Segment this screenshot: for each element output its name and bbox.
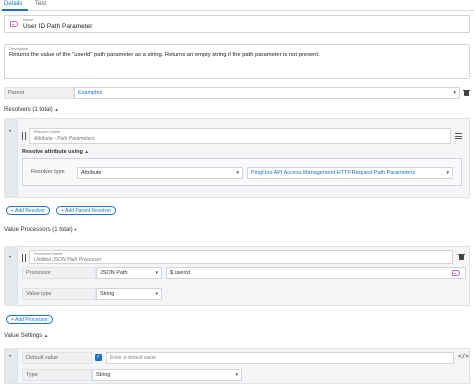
value-type-value: String (100, 291, 115, 297)
tab-details[interactable]: Details (4, 1, 22, 7)
resolver-panel: • Resolver Name Attribute - Path Paramet… (4, 118, 470, 198)
expression-input[interactable]: $.userId (166, 267, 466, 279)
resolvers-title-text: Resolvers (1 total) (4, 107, 53, 113)
description-label: Description (9, 47, 28, 51)
caret-down-icon: ▾ (74, 227, 77, 232)
chevron-down-icon: ▾ (235, 372, 238, 378)
value-processors-title-text: Value Processors (1 total) (4, 227, 73, 233)
value-settings-title[interactable]: Value Settings ▲ (4, 333, 48, 339)
name-label: Name (23, 18, 34, 22)
processor-panel: • Processor Name Untitled JSON Path Proc… (4, 246, 470, 306)
resolver-name-placeholder: Attribute - Path Parameters (34, 136, 95, 142)
tab-bar: Details Test (0, 0, 474, 11)
add-parent-resolver-button[interactable]: + Add Parent Resolver (56, 206, 117, 215)
name-field[interactable]: Name User ID Path Parameter (4, 15, 470, 33)
value-settings-handle: • (5, 349, 18, 383)
value-settings-title-text: Value Settings (4, 333, 43, 339)
drag-handle-icon[interactable] (22, 132, 26, 140)
tag-icon (10, 21, 18, 27)
processor-name-label: Processor Name (34, 252, 63, 256)
chevron-down-icon: ▾ (236, 170, 239, 176)
value-processors-title[interactable]: Value Processors (1 total) ▾ (4, 227, 77, 233)
processor-name-field[interactable]: Processor Name Untitled JSON Path Proces… (29, 250, 453, 264)
add-resolver-button[interactable]: + Add Resolver (6, 206, 51, 215)
parent-select[interactable]: Examples ▾ (74, 87, 460, 99)
caret-up-icon: ▲ (43, 333, 49, 338)
resolve-heading-text: Resolve attribute using (22, 149, 83, 155)
type-select[interactable]: String ▾ (92, 369, 242, 381)
expression-value: $.userId (170, 270, 190, 276)
chevron-down-icon: ▾ (446, 170, 449, 176)
chevron-down-icon: ▾ (155, 270, 158, 276)
resolver-type-select[interactable]: Attribute ▾ (77, 167, 243, 179)
processor-value: JSON Path (100, 270, 128, 276)
menu-icon[interactable] (455, 133, 462, 139)
resolver-type-value: Attribute (81, 170, 102, 176)
default-value-input[interactable]: Enter a default value (106, 352, 454, 364)
caret-up-icon: ▲ (54, 107, 59, 112)
processor-name-placeholder: Untitled JSON Path Processor (34, 257, 102, 263)
parent-value: Examples (78, 90, 103, 96)
processor-panel-handle: • (5, 247, 18, 305)
resolvers-title[interactable]: Resolvers (1 total) ▲ (4, 107, 59, 113)
bullet-icon: • (9, 354, 12, 360)
default-value-label: Default value (22, 352, 92, 364)
default-value-checkbox[interactable]: ✓ (95, 354, 102, 361)
add-processor-button[interactable]: + Add Processor (6, 315, 53, 324)
description-field[interactable]: Description Returns the value of the "us… (4, 44, 470, 79)
code-icon[interactable]: </> (458, 353, 469, 360)
resolver-panel-handle: • (5, 119, 18, 197)
resolver-name-label: Resolver Name (34, 130, 61, 134)
bullet-icon: • (9, 255, 12, 261)
resolve-heading[interactable]: Resolve attribute using ▲ (22, 149, 89, 155)
active-tab-indicator (2, 9, 28, 11)
resolver-settings-box: Resolver type Attribute ▾ PingOne API Ac… (22, 158, 462, 186)
trash-icon[interactable] (458, 254, 465, 260)
attribute-value: PingOne API Access Management.HTTP.Reque… (251, 170, 416, 176)
parent-label: Parent (4, 87, 74, 99)
name-value: User ID Path Parameter (23, 23, 93, 30)
tag-icon (452, 270, 460, 276)
value-settings-panel: • Default value ✓ Enter a default value … (4, 348, 470, 384)
type-value: String (96, 372, 111, 378)
attribute-select[interactable]: PingOne API Access Management.HTTP.Reque… (247, 167, 453, 179)
resolver-name-field[interactable]: Resolver Name Attribute - Path Parameter… (29, 128, 451, 144)
bullet-icon: • (9, 129, 12, 135)
drag-handle-icon[interactable] (22, 254, 26, 262)
value-type-select[interactable]: String ▾ (96, 288, 162, 300)
description-value: Returns the value of the "userId" path p… (9, 52, 320, 58)
processor-label: Processor (22, 267, 96, 279)
resolver-type-label: Resolver type (31, 169, 65, 175)
trash-icon[interactable] (463, 90, 470, 96)
caret-up-icon: ▲ (84, 149, 89, 154)
tab-test[interactable]: Test (35, 1, 46, 7)
type-label: Type (22, 369, 92, 381)
chevron-down-icon: ▾ (155, 291, 158, 297)
processor-select[interactable]: JSON Path ▾ (96, 267, 162, 279)
value-type-label: Value type (22, 288, 96, 300)
chevron-down-icon: ▾ (453, 90, 456, 96)
